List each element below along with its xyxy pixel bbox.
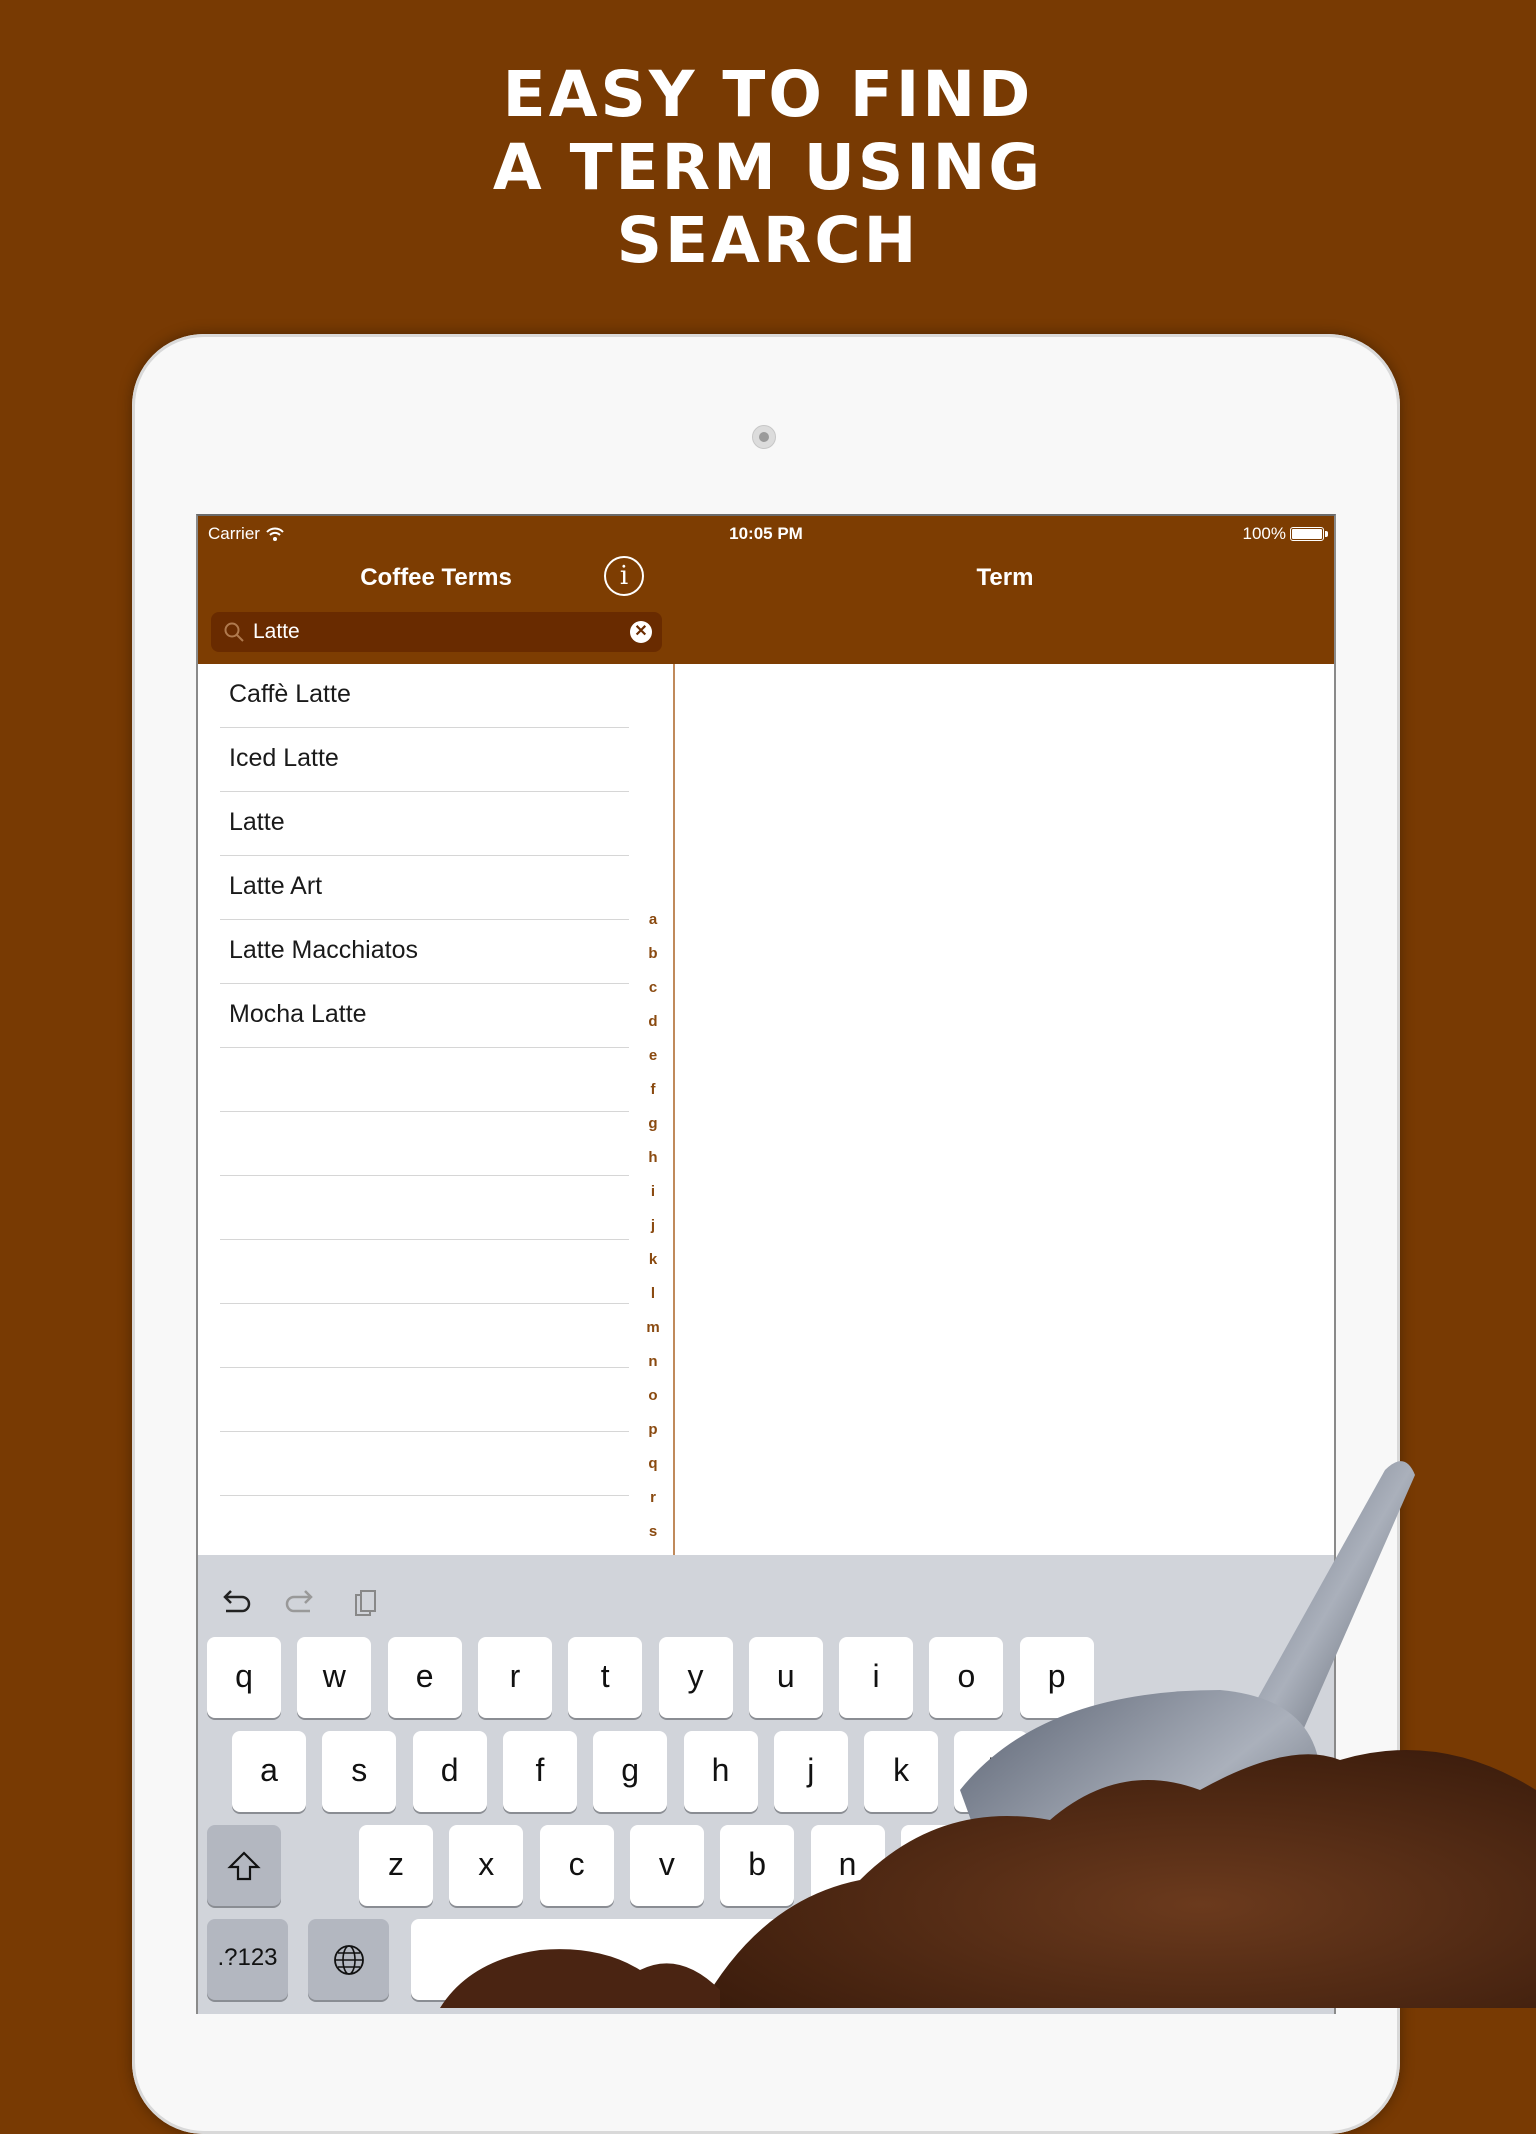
key-b[interactable]: b <box>720 1825 795 1906</box>
headline-line-1: EASY TO FIND <box>502 58 1034 131</box>
result-row <box>198 1240 674 1304</box>
paste-icon[interactable] <box>348 1585 384 1621</box>
index-letter[interactable]: l <box>638 1277 668 1311</box>
key-p[interactable]: p <box>1019 1637 1094 1718</box>
result-label: Iced Latte <box>229 744 339 772</box>
app-screen: Carrier 10:05 PM 100% Coffee Terms i Ter… <box>196 514 1336 2014</box>
headline-line-3: SEARCH <box>616 204 920 277</box>
numbers-key[interactable]: .?123 <box>207 1919 288 2000</box>
result-row[interactable]: Latte <box>198 792 674 856</box>
headline-line-2: A TERM USING <box>492 131 1044 204</box>
key-a[interactable]: a <box>232 1731 306 1812</box>
key-i[interactable]: i <box>839 1637 914 1718</box>
result-row <box>198 1112 674 1176</box>
globe-key[interactable] <box>308 1919 389 2000</box>
battery-icon <box>1290 527 1328 541</box>
result-label: Latte <box>229 808 285 836</box>
key-j[interactable]: j <box>773 1731 848 1812</box>
result-row[interactable]: Iced Latte <box>198 728 674 792</box>
key-h[interactable]: h <box>683 1731 758 1812</box>
index-letter[interactable]: r <box>638 1481 668 1515</box>
results-list: Caffè Latte Iced Latte Latte Latte Art Latte… <box>198 664 674 1560</box>
index-letter[interactable]: d <box>638 1005 668 1039</box>
section-index[interactable]: abcdefghijklmnopqrs <box>638 903 668 1549</box>
key-o[interactable]: o <box>929 1637 1004 1718</box>
index-letter[interactable]: a <box>638 903 668 937</box>
globe-icon <box>333 1945 364 1975</box>
result-row <box>198 1368 674 1432</box>
index-letter[interactable]: g <box>638 1107 668 1141</box>
key-x[interactable]: x <box>449 1825 524 1906</box>
key-c[interactable]: c <box>539 1825 614 1906</box>
master-title: Coffee Terms <box>360 564 512 591</box>
key-q[interactable]: q <box>207 1637 281 1718</box>
key-u[interactable]: u <box>748 1637 823 1718</box>
clear-search-icon[interactable]: ✕ <box>630 621 652 643</box>
index-letter[interactable]: c <box>638 971 668 1005</box>
key-e[interactable]: e <box>387 1637 462 1718</box>
search-bar[interactable]: ✕ <box>211 612 662 652</box>
index-letter[interactable]: n <box>638 1345 668 1379</box>
result-row <box>198 1304 674 1368</box>
key-l[interactable]: l <box>954 1731 1029 1812</box>
status-battery: 100% <box>1242 524 1328 544</box>
key-n[interactable]: n <box>810 1825 885 1906</box>
key-s[interactable]: s <box>322 1731 397 1812</box>
key-v[interactable]: v <box>629 1825 704 1906</box>
key-k[interactable]: k <box>864 1731 939 1812</box>
result-row[interactable]: Caffè Latte <box>198 664 674 728</box>
key-y[interactable]: y <box>658 1637 733 1718</box>
result-row <box>198 1176 674 1240</box>
status-time: 10:05 PM <box>729 524 803 543</box>
index-letter[interactable]: m <box>638 1311 668 1345</box>
promo-headline: EASY TO FIND A TERM USING SEARCH <box>0 58 1536 277</box>
camera-icon <box>752 425 776 449</box>
result-label: Latte Art <box>229 872 323 900</box>
result-row <box>198 1496 674 1560</box>
search-icon <box>224 622 244 642</box>
undo-icon[interactable] <box>218 1585 254 1621</box>
result-row <box>198 1048 674 1112</box>
index-letter[interactable]: b <box>638 937 668 971</box>
index-letter[interactable]: s <box>638 1515 668 1549</box>
index-letter[interactable]: e <box>638 1039 668 1073</box>
index-letter[interactable]: f <box>638 1073 668 1107</box>
detail-title: Term <box>976 564 1034 591</box>
index-letter[interactable]: o <box>638 1379 668 1413</box>
shift-key[interactable] <box>207 1825 281 1906</box>
index-letter[interactable]: i <box>638 1175 668 1209</box>
index-letter[interactable]: p <box>638 1413 668 1447</box>
key-r[interactable]: r <box>477 1637 552 1718</box>
result-label: Caffè Latte <box>229 680 351 708</box>
key-d[interactable]: d <box>412 1731 487 1812</box>
index-letter[interactable]: h <box>638 1141 668 1175</box>
key-m[interactable]: m <box>900 1825 975 1906</box>
key-z[interactable]: z <box>359 1825 433 1906</box>
index-letter[interactable]: q <box>638 1447 668 1481</box>
navigation-bar: Carrier 10:05 PM 100% Coffee Terms i Ter… <box>198 516 1334 664</box>
index-letter[interactable]: j <box>638 1209 668 1243</box>
space-bar[interactable] <box>411 1919 1111 2000</box>
redo-icon[interactable] <box>282 1585 318 1621</box>
result-label: Mocha Latte <box>229 1000 367 1028</box>
key-w[interactable]: w <box>297 1637 372 1718</box>
key-t[interactable]: t <box>568 1637 643 1718</box>
index-letter[interactable]: k <box>638 1243 668 1277</box>
key-g[interactable]: g <box>593 1731 668 1812</box>
result-row <box>198 1432 674 1496</box>
info-button[interactable]: i <box>604 556 644 596</box>
result-row[interactable]: Latte Macchiatos <box>198 920 674 984</box>
shift-icon <box>227 1851 261 1881</box>
search-input[interactable] <box>253 620 630 644</box>
battery-percent: 100% <box>1242 524 1286 543</box>
result-row[interactable]: Latte Art <box>198 856 674 920</box>
keyboard: q w e r t y u i o p a s d f g h j k l z x c v b n m .?123 <box>198 1555 1334 2014</box>
result-label: Latte Macchiatos <box>229 936 418 964</box>
key-f[interactable]: f <box>502 1731 577 1812</box>
result-row[interactable]: Mocha Latte <box>198 984 674 1048</box>
